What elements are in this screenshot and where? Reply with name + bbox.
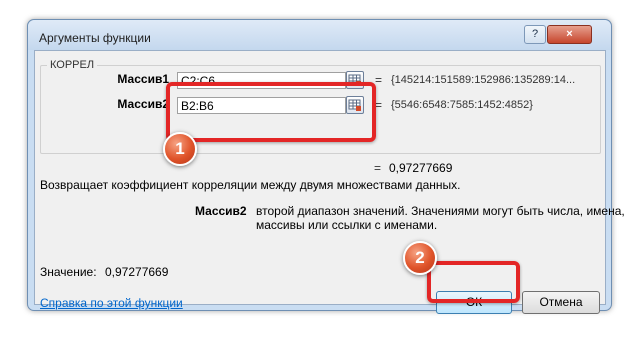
dialog-title: Аргументы функции (39, 31, 151, 45)
title-bar[interactable]: Аргументы функции ? × (28, 20, 611, 50)
value-label: Значение: (40, 265, 97, 279)
step-badge-2: 2 (403, 241, 437, 275)
help-icon[interactable]: ? (524, 25, 546, 44)
value-result: 0,97277669 (105, 265, 169, 279)
function-arguments-dialog: Аргументы функции ? × КОРРЕЛ Массив1 = {… (27, 19, 625, 314)
arg2-equals: = (375, 98, 383, 112)
arg-help-name: Массив2 (195, 204, 247, 218)
close-icon[interactable]: × (547, 25, 592, 44)
function-description: Возвращает коэффициент корреляции между … (40, 178, 461, 192)
arg1-result: {145214:151589:152986:135289:14... (391, 74, 576, 86)
function-name: КОРРЕЛ (47, 59, 98, 71)
formula-result: 0,97277669 (389, 161, 453, 175)
help-link[interactable]: Справка по этой функции (40, 296, 183, 310)
formula-result-equals: = (374, 161, 382, 175)
ok-highlight (427, 261, 520, 303)
arg-help-line1: второй диапазон значений. Значениями мог… (256, 204, 625, 218)
arg-help-line2: массивы или ссылки с именами. (256, 218, 438, 232)
arg1-label: Массив1 (117, 72, 169, 86)
cancel-button[interactable]: Отмена (522, 291, 600, 314)
arg2-label: Массив2 (117, 97, 169, 111)
arguments-highlight (166, 82, 376, 142)
step-badge-1: 1 (163, 132, 197, 166)
arg1-equals: = (375, 73, 383, 87)
arg2-result: {5546:6548:7585:1452:4852} (391, 99, 533, 111)
